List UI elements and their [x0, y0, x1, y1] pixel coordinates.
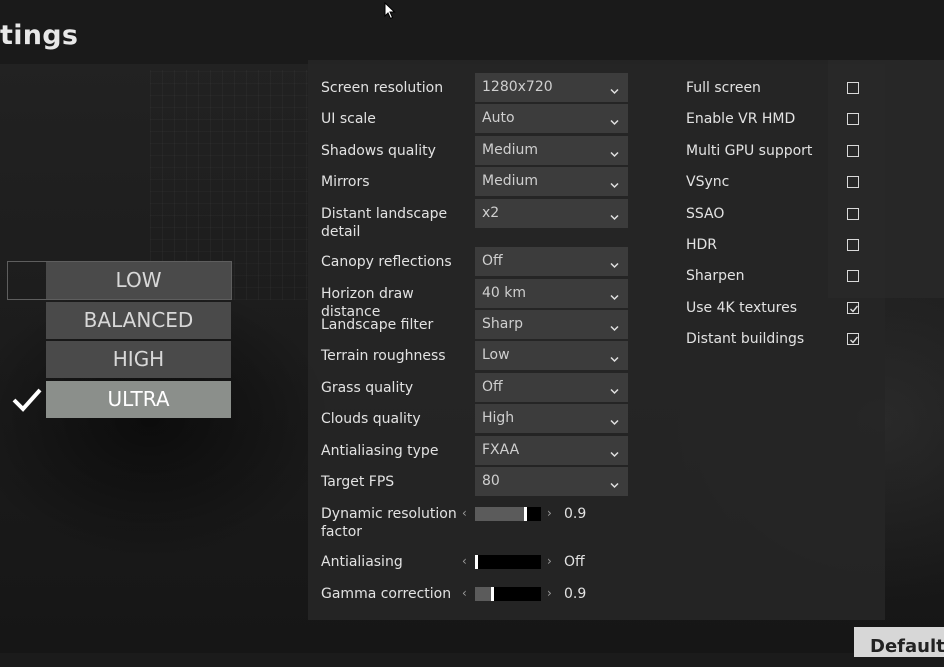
option-checkbox[interactable]: [847, 113, 859, 125]
checkmark-icon: [12, 388, 42, 412]
title-bar: [0, 0, 944, 64]
chevron-right-icon[interactable]: ›: [547, 505, 552, 521]
setting-dropdown[interactable]: Medium: [475, 136, 628, 165]
setting-label: Screen resolution: [321, 80, 444, 96]
setting-dropdown[interactable]: 1280x720: [475, 73, 628, 102]
slider-fill: [475, 507, 524, 521]
dropdown-value: x2: [482, 205, 500, 221]
chevron-down-icon: [609, 145, 620, 158]
options-panel: [828, 60, 944, 298]
option-checkbox[interactable]: [847, 270, 859, 282]
dropdown-value: Off: [482, 253, 503, 269]
dropdown-value: 80: [482, 473, 500, 489]
setting-dropdown[interactable]: 80: [475, 467, 628, 496]
chevron-left-icon[interactable]: ‹: [462, 553, 467, 569]
option-checkbox[interactable]: [847, 208, 859, 220]
slider-track[interactable]: [475, 507, 541, 521]
setting-label: Grass quality: [321, 380, 414, 396]
option-label: SSAO: [686, 206, 725, 222]
chevron-down-icon: [609, 445, 620, 458]
setting-dropdown[interactable]: Low: [475, 341, 628, 370]
setting-label: UI scale: [321, 111, 376, 127]
chevron-left-icon[interactable]: ‹: [462, 505, 467, 521]
dropdown-value: Off: [482, 379, 503, 395]
chevron-right-icon[interactable]: ›: [547, 553, 552, 569]
slider-thumb[interactable]: [491, 587, 494, 601]
slider-value: 0.9: [564, 506, 587, 522]
setting-label: Shadows quality: [321, 143, 436, 159]
option-label: Sharpen: [686, 268, 745, 284]
setting-dropdown[interactable]: Auto: [475, 104, 628, 133]
slider-track[interactable]: [475, 555, 541, 569]
dropdown-value: FXAA: [482, 442, 520, 458]
option-checkbox[interactable]: [847, 145, 859, 157]
option-label: VSync: [686, 174, 730, 190]
dropdown-value: Medium: [482, 142, 538, 158]
option-checkbox[interactable]: [847, 302, 859, 314]
option-label: Full screen: [686, 80, 761, 96]
setting-dropdown[interactable]: Off: [475, 373, 628, 402]
setting-dropdown[interactable]: Medium: [475, 167, 628, 196]
preset-low-button[interactable]: LOW: [46, 262, 231, 299]
chevron-down-icon: [609, 176, 620, 189]
setting-label: Terrain roughness: [321, 348, 446, 364]
chevron-down-icon: [609, 256, 620, 269]
setting-label: Distant landscape detail: [321, 206, 448, 240]
option-checkbox[interactable]: [847, 82, 859, 94]
option-checkbox[interactable]: [847, 239, 859, 251]
chevron-down-icon: [609, 288, 620, 301]
chevron-down-icon: [609, 319, 620, 332]
setting-label: Mirrors: [321, 174, 370, 190]
setting-dropdown[interactable]: x2: [475, 199, 628, 228]
slider-value: 0.9: [564, 586, 587, 602]
page-title: tings: [0, 20, 79, 51]
slider-label: Dynamic resolution factor: [321, 506, 457, 540]
chevron-right-icon[interactable]: ›: [547, 585, 552, 601]
dropdown-value: Medium: [482, 173, 538, 189]
setting-label: Antialiasing type: [321, 443, 439, 459]
slider-fill: [475, 587, 491, 601]
setting-dropdown[interactable]: High: [475, 404, 628, 433]
dropdown-value: 1280x720: [482, 79, 553, 95]
setting-dropdown[interactable]: Sharp: [475, 310, 628, 339]
option-label: Multi GPU support: [686, 143, 813, 159]
option-label: Distant buildings: [686, 331, 805, 347]
preset-ultra-button[interactable]: ULTRA: [46, 381, 231, 418]
dropdown-value: Sharp: [482, 316, 523, 332]
option-checkbox[interactable]: [847, 176, 859, 188]
setting-label: Clouds quality: [321, 411, 421, 427]
slider-label: Gamma correction: [321, 586, 452, 602]
dropdown-value: Low: [482, 347, 510, 363]
setting-dropdown[interactable]: Off: [475, 247, 628, 276]
dropdown-value: Auto: [482, 110, 515, 126]
chevron-down-icon: [609, 350, 620, 363]
slider-thumb[interactable]: [524, 507, 527, 521]
setting-label: Landscape filter: [321, 317, 434, 333]
chevron-down-icon: [609, 208, 620, 221]
preset-balanced-button[interactable]: BALANCED: [46, 302, 231, 339]
setting-label: Target FPS: [321, 474, 395, 490]
option-label: HDR: [686, 237, 718, 253]
slider-track[interactable]: [475, 587, 541, 601]
slider-thumb[interactable]: [475, 555, 478, 569]
option-checkbox[interactable]: [847, 333, 859, 345]
preset-high-button[interactable]: HIGH: [46, 341, 231, 378]
option-label: Use 4K textures: [686, 300, 798, 316]
slider-label: Antialiasing: [321, 554, 403, 570]
dropdown-value: High: [482, 410, 515, 426]
slider-value: Off: [564, 554, 585, 570]
mouse-cursor-icon: [384, 2, 396, 20]
setting-dropdown[interactable]: 40 km: [475, 279, 628, 308]
chevron-down-icon: [609, 382, 620, 395]
setting-label: Canopy reflections: [321, 254, 452, 270]
setting-dropdown[interactable]: FXAA: [475, 436, 628, 465]
dropdown-value: 40 km: [482, 285, 527, 301]
chevron-down-icon: [609, 476, 620, 489]
chevron-left-icon[interactable]: ‹: [462, 585, 467, 601]
chevron-down-icon: [609, 113, 620, 126]
chevron-down-icon: [609, 413, 620, 426]
option-label: Enable VR HMD: [686, 111, 796, 127]
chevron-down-icon: [609, 82, 620, 95]
